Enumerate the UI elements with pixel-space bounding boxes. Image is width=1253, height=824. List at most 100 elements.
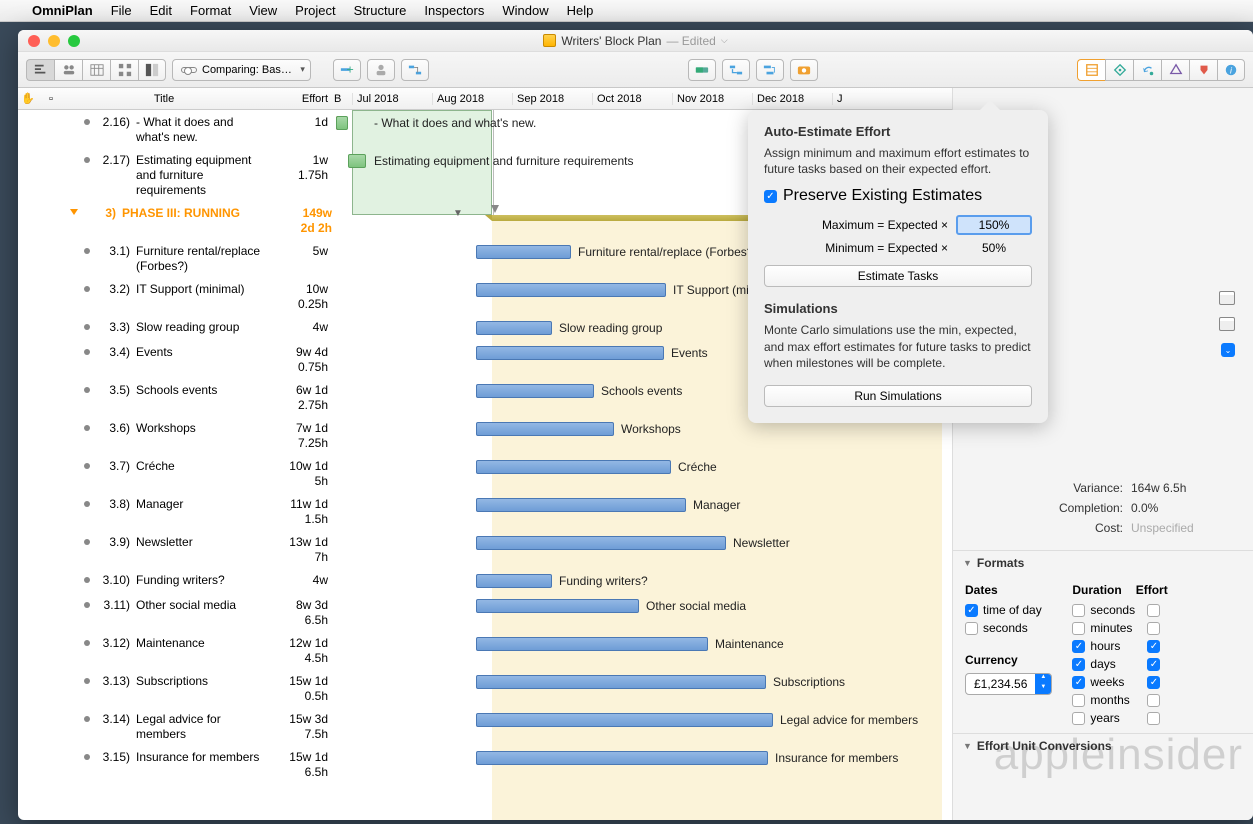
hours-eff-checkbox[interactable]: [1147, 640, 1160, 653]
task-title[interactable]: Other social media: [136, 598, 266, 613]
menu-edit[interactable]: Edit: [150, 3, 172, 18]
gantt-bar[interactable]: [476, 245, 571, 259]
task-title[interactable]: Maintenance: [136, 636, 266, 651]
gantt-bar[interactable]: [476, 599, 639, 613]
menu-project[interactable]: Project: [295, 3, 335, 18]
gantt-bar[interactable]: [348, 154, 366, 168]
years-eff-checkbox[interactable]: [1147, 712, 1160, 725]
menu-file[interactable]: File: [111, 3, 132, 18]
app-name[interactable]: OmniPlan: [32, 3, 93, 18]
minutes-eff-checkbox[interactable]: [1147, 622, 1160, 635]
months-eff-checkbox[interactable]: [1147, 694, 1160, 707]
weeks-dur-checkbox[interactable]: [1072, 676, 1085, 689]
days-eff-checkbox[interactable]: [1147, 658, 1160, 671]
days-dur-checkbox[interactable]: [1072, 658, 1085, 671]
task-title[interactable]: Slow reading group: [136, 320, 266, 335]
task-effort[interactable]: 10w 1d5h: [266, 459, 336, 489]
inspector-milestones-button[interactable]: [1105, 59, 1133, 81]
inspector-critical-path-button[interactable]: [1161, 59, 1189, 81]
view-network-button[interactable]: [110, 59, 138, 81]
time-of-day-checkbox[interactable]: [965, 604, 978, 617]
zoom-button[interactable]: [68, 35, 80, 47]
dropdown-icon[interactable]: ⌄: [1221, 343, 1235, 357]
menu-structure[interactable]: Structure: [354, 3, 407, 18]
reschedule-button[interactable]: [722, 59, 750, 81]
gantt-bar[interactable]: [476, 751, 768, 765]
gantt-bar[interactable]: [476, 283, 666, 297]
title-dropdown-icon[interactable]: ⌵: [721, 35, 728, 46]
task-effort[interactable]: 8w 3d6.5h: [266, 598, 336, 628]
inspector-info-button[interactable]: i: [1217, 59, 1245, 81]
effort-column-header[interactable]: Effort: [264, 93, 334, 105]
task-title[interactable]: Workshops: [136, 421, 266, 436]
disclosure-triangle-icon[interactable]: [70, 209, 78, 215]
menu-inspectors[interactable]: Inspectors: [424, 3, 484, 18]
task-title[interactable]: Funding writers?: [136, 573, 266, 588]
gantt-bar[interactable]: [476, 384, 594, 398]
task-title[interactable]: Insurance for members: [136, 750, 266, 765]
task-effort[interactable]: 13w 1d7h: [266, 535, 336, 565]
b-column-header[interactable]: B: [334, 93, 352, 105]
task-title[interactable]: Furniture rental/replace (Forbes?): [136, 244, 266, 274]
task-effort[interactable]: 15w 1d0.5h: [266, 674, 336, 704]
years-dur-checkbox[interactable]: [1072, 712, 1085, 725]
task-effort[interactable]: 5w: [266, 244, 336, 259]
view-calendar-button[interactable]: [82, 59, 110, 81]
view-gantt-button[interactable]: [26, 59, 54, 81]
task-effort[interactable]: 149w2d 2h: [270, 206, 340, 236]
task-effort[interactable]: 6w 1d2.75h: [266, 383, 336, 413]
currency-selector[interactable]: £1,234.56▲▼: [965, 673, 1052, 695]
effort-unit-section-header[interactable]: Effort Unit Conversions: [953, 733, 1253, 758]
catch-up-button[interactable]: [688, 59, 716, 81]
seconds-dates-checkbox[interactable]: [965, 622, 978, 635]
task-effort[interactable]: 1w1.75h: [266, 153, 336, 183]
task-row[interactable]: 3.7) Créche 10w 1d5h Créche: [18, 454, 952, 492]
task-row[interactable]: 3.12) Maintenance 12w 1d4.5h Maintenance: [18, 631, 952, 669]
task-effort[interactable]: 4w: [266, 573, 336, 588]
task-row[interactable]: 3.15) Insurance for members 15w 1d6.5h I…: [18, 745, 952, 783]
gantt-bar[interactable]: [476, 574, 552, 588]
task-title[interactable]: PHASE III: RUNNING: [122, 206, 270, 221]
title-column-header[interactable]: Title: [64, 93, 264, 105]
view-resource-button[interactable]: [54, 59, 82, 81]
task-effort[interactable]: 15w 1d6.5h: [266, 750, 336, 780]
calendar-icon[interactable]: [1219, 291, 1235, 305]
menu-window[interactable]: Window: [502, 3, 548, 18]
task-effort[interactable]: 12w 1d4.5h: [266, 636, 336, 666]
task-title[interactable]: Events: [136, 345, 266, 360]
estimate-tasks-button[interactable]: Estimate Tasks: [764, 265, 1032, 287]
task-effort[interactable]: 11w 1d1.5h: [266, 497, 336, 527]
calendar-icon[interactable]: [1219, 317, 1235, 331]
task-effort[interactable]: 7w 1d7.25h: [266, 421, 336, 451]
snapshot-button[interactable]: [790, 59, 818, 81]
weeks-eff-checkbox[interactable]: [1147, 676, 1160, 689]
task-title[interactable]: - What it does and what's new.: [136, 115, 266, 145]
task-effort[interactable]: 1d: [266, 115, 336, 130]
minutes-dur-checkbox[interactable]: [1072, 622, 1085, 635]
run-simulations-button[interactable]: Run Simulations: [764, 385, 1032, 407]
task-title[interactable]: Newsletter: [136, 535, 266, 550]
task-effort[interactable]: 9w 4d0.75h: [266, 345, 336, 375]
months-dur-checkbox[interactable]: [1072, 694, 1085, 707]
inspector-violations-button[interactable]: [1189, 59, 1217, 81]
task-row[interactable]: 3.9) Newsletter 13w 1d7h Newsletter: [18, 530, 952, 568]
task-row[interactable]: 3.11) Other social media 8w 3d6.5h Other…: [18, 593, 952, 631]
view-styles-button[interactable]: [138, 59, 166, 81]
gantt-bar[interactable]: [476, 321, 552, 335]
maximum-input[interactable]: [956, 215, 1032, 235]
minimum-value[interactable]: 50%: [956, 241, 1032, 255]
close-button[interactable]: [28, 35, 40, 47]
task-title[interactable]: Manager: [136, 497, 266, 512]
task-effort[interactable]: 4w: [266, 320, 336, 335]
gantt-bar[interactable]: [476, 675, 766, 689]
menu-view[interactable]: View: [249, 3, 277, 18]
connection-button[interactable]: [401, 59, 429, 81]
task-title[interactable]: IT Support (minimal): [136, 282, 266, 297]
add-resource-button[interactable]: [367, 59, 395, 81]
baseline-comparing-dropdown[interactable]: Comparing: Bas…: [172, 59, 311, 81]
inspector-sync-button[interactable]: [1133, 59, 1161, 81]
formats-section-header[interactable]: Formats: [953, 550, 1253, 575]
menu-format[interactable]: Format: [190, 3, 231, 18]
task-row[interactable]: 3.8) Manager 11w 1d1.5h Manager: [18, 492, 952, 530]
gantt-bar[interactable]: [476, 713, 773, 727]
